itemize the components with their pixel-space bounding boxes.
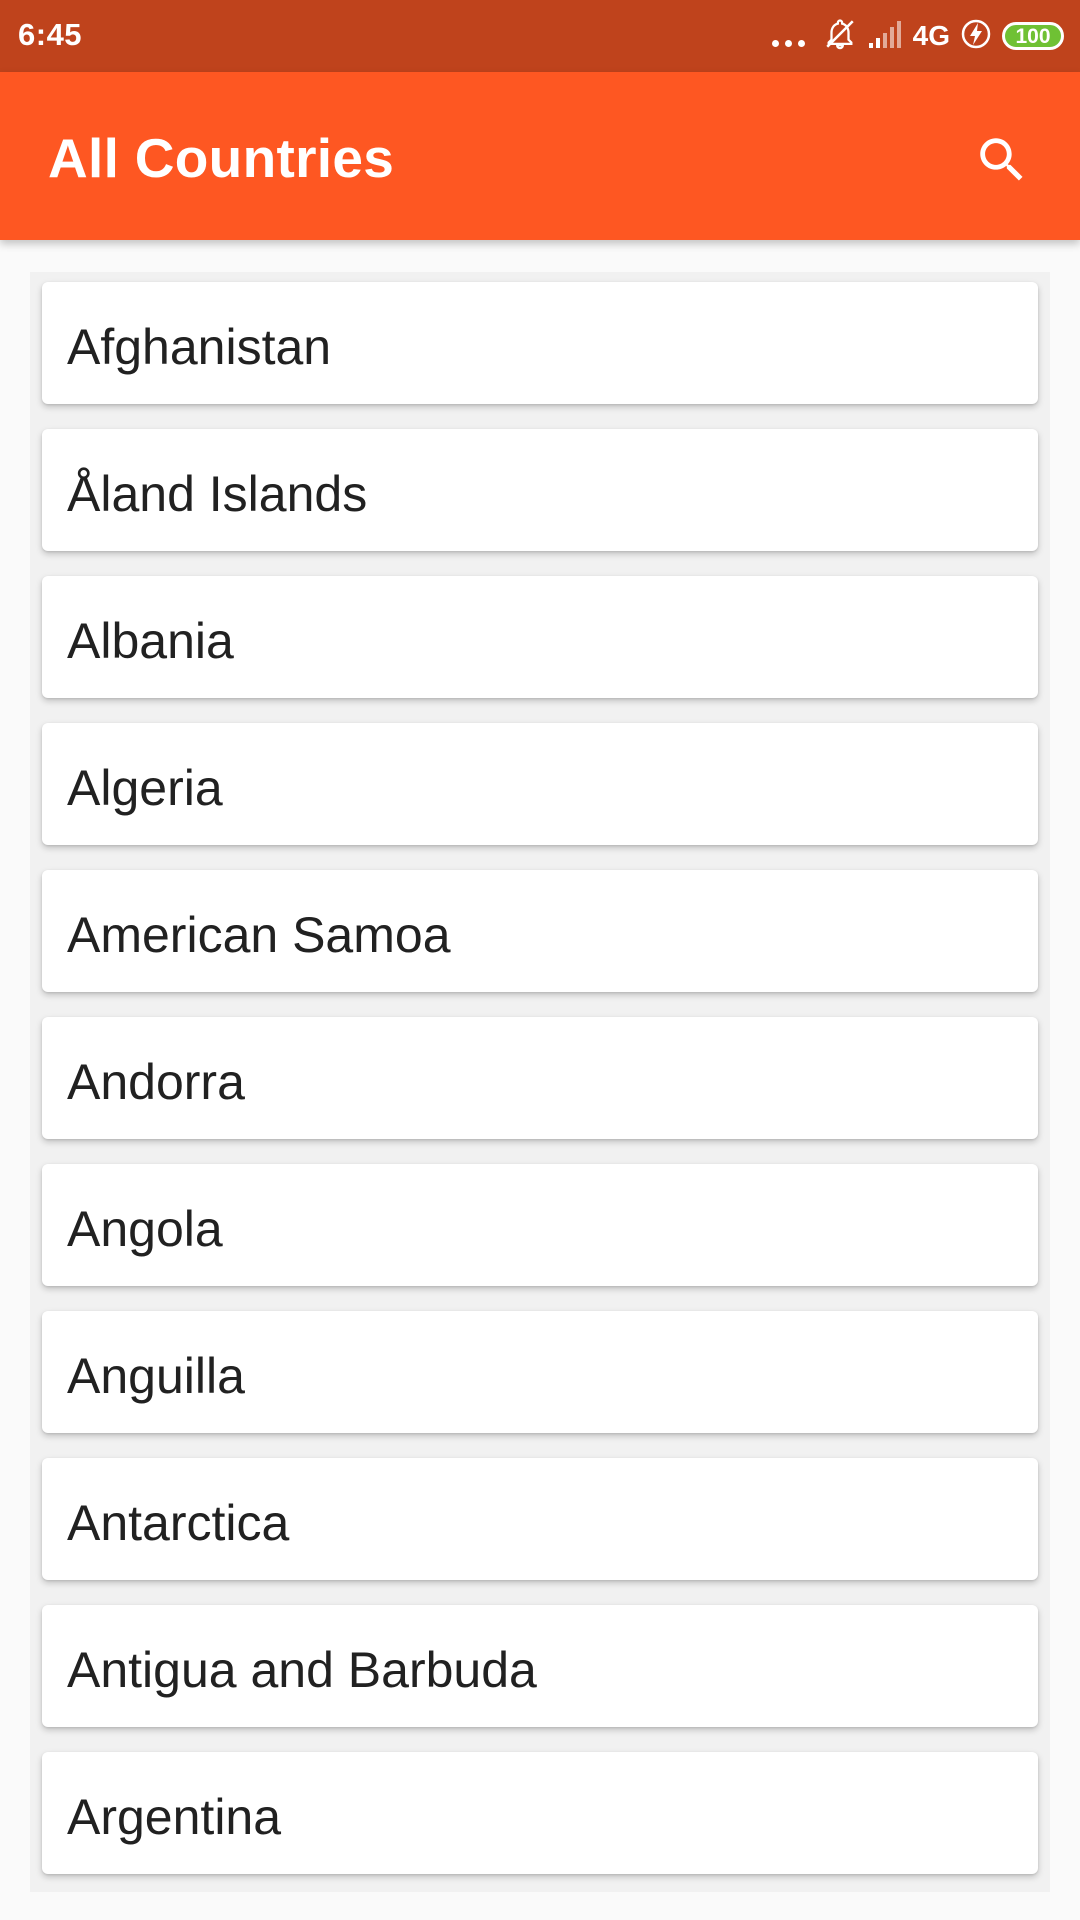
list-item-label: Anguilla [67,1348,245,1404]
mute-bell-icon [823,17,857,56]
list-item[interactable]: Angola [42,1164,1038,1286]
app-bar: All Countries [0,72,1080,240]
list-item[interactable]: Argentina [42,1752,1038,1874]
status-time: 6:45 [18,17,83,52]
list-item-label: Angola [67,1201,223,1257]
charging-icon [960,18,992,55]
more-dots-icon [771,39,805,47]
list-item[interactable]: Andorra [42,1017,1038,1139]
list-item-label: Albania [67,613,234,669]
list-item-label: Algeria [67,760,223,816]
page-title: All Countries [48,127,395,189]
list-item[interactable]: Anguilla [42,1311,1038,1433]
search-icon [980,138,1023,181]
list-item[interactable]: Antigua and Barbuda [42,1605,1038,1727]
list-item[interactable]: Åland Islands [42,429,1038,551]
network-type: 4G [912,20,950,51]
battery-icon: 100 [1002,22,1064,50]
list-item-label: Andorra [67,1054,245,1110]
list-item[interactable]: Antarctica [42,1458,1038,1580]
list-item-label: Afghanistan [67,319,332,375]
list-item-label: Argentina [67,1789,282,1845]
list-item[interactable]: Albania [42,576,1038,698]
country-list: Afghanistan Åland Islands Albania Algeri… [30,272,1050,1892]
signal-icon [867,19,903,54]
status-icons: 4G 100 [771,16,1064,56]
search-button[interactable] [966,124,1038,196]
list-item[interactable]: American Samoa [42,870,1038,992]
list-item-label: Antarctica [67,1495,290,1551]
list-item-label: Antigua and Barbuda [67,1642,537,1698]
battery-level: 100 [1015,24,1051,48]
status-bar: 6:45 4G 100 [0,0,1080,72]
list-item[interactable]: Afghanistan [42,282,1038,404]
list-item[interactable]: Algeria [42,723,1038,845]
list-item-label: Åland Islands [67,466,368,522]
list-item-label: American Samoa [67,907,451,963]
